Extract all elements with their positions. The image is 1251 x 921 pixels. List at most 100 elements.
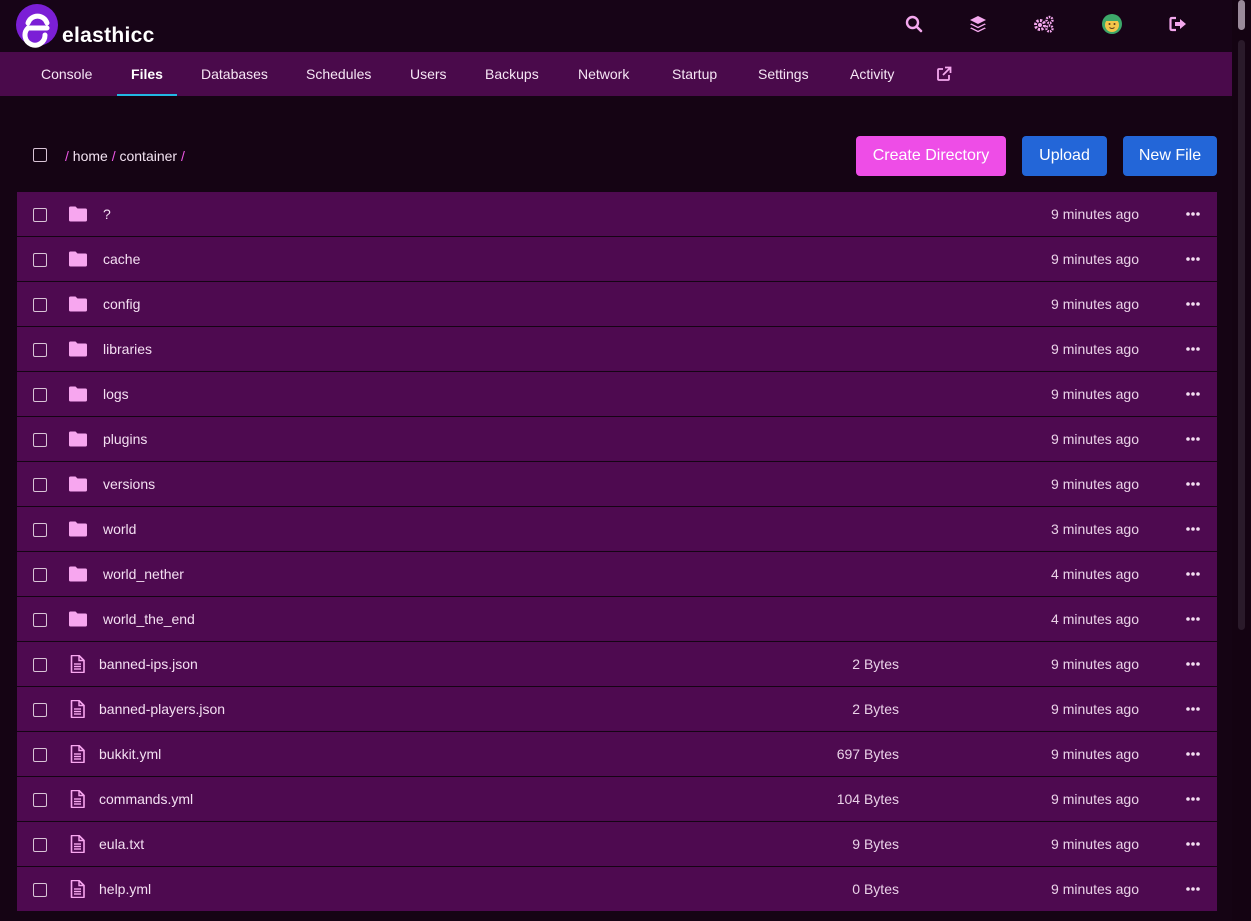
file-row[interactable]: banned-ips.json 2 Bytes 9 minutes ago xyxy=(17,642,1217,686)
file-row[interactable]: world_the_end 4 minutes ago xyxy=(17,597,1217,641)
file-icon xyxy=(68,879,88,899)
file-name[interactable]: plugins xyxy=(103,417,147,461)
new-file-button[interactable]: New File xyxy=(1123,136,1217,176)
tab-backups[interactable]: Backups xyxy=(469,52,555,96)
file-row[interactable]: help.yml 0 Bytes 9 minutes ago xyxy=(17,867,1217,911)
row-checkbox[interactable] xyxy=(33,478,47,492)
tab-network[interactable]: Network xyxy=(562,52,645,96)
row-checkbox[interactable] xyxy=(33,208,47,222)
row-checkbox[interactable] xyxy=(33,253,47,267)
row-checkbox[interactable] xyxy=(33,523,47,537)
row-checkbox[interactable] xyxy=(33,748,47,762)
more-options-icon[interactable] xyxy=(1185,836,1201,852)
more-options-icon[interactable] xyxy=(1185,341,1201,357)
more-options-icon[interactable] xyxy=(1185,701,1201,717)
tab-activity[interactable]: Activity xyxy=(834,52,910,96)
file-name[interactable]: eula.txt xyxy=(99,822,144,866)
file-row[interactable]: banned-players.json 2 Bytes 9 minutes ago xyxy=(17,687,1217,731)
more-options-icon[interactable] xyxy=(1185,521,1201,537)
file-row[interactable]: config 9 minutes ago xyxy=(17,282,1217,326)
breadcrumb-home[interactable]: home xyxy=(73,148,108,164)
upload-button[interactable]: Upload xyxy=(1022,136,1107,176)
file-size: 9 Bytes xyxy=(852,836,899,852)
file-name[interactable]: libraries xyxy=(103,327,152,371)
file-row[interactable]: cache 9 minutes ago xyxy=(17,237,1217,281)
cogs-icon[interactable] xyxy=(1032,12,1056,36)
file-name[interactable]: banned-ips.json xyxy=(99,642,198,686)
select-all-checkbox[interactable] xyxy=(33,148,47,162)
create-directory-button[interactable]: Create Directory xyxy=(856,136,1006,176)
more-options-icon[interactable] xyxy=(1185,296,1201,312)
more-options-icon[interactable] xyxy=(1185,251,1201,267)
file-name[interactable]: ? xyxy=(103,192,111,236)
file-row[interactable]: ? 9 minutes ago xyxy=(17,192,1217,236)
file-name[interactable]: world_nether xyxy=(103,552,184,596)
file-row[interactable]: eula.txt 9 Bytes 9 minutes ago xyxy=(17,822,1217,866)
row-checkbox[interactable] xyxy=(33,298,47,312)
file-name[interactable]: logs xyxy=(103,372,129,416)
folder-icon xyxy=(68,565,88,583)
tab-startup[interactable]: Startup xyxy=(656,52,733,96)
file-name[interactable]: commands.yml xyxy=(99,777,193,821)
tab-console[interactable]: Console xyxy=(25,52,108,96)
row-checkbox[interactable] xyxy=(33,703,47,717)
folder-icon xyxy=(68,205,88,223)
more-options-icon[interactable] xyxy=(1185,611,1201,627)
search-icon[interactable] xyxy=(902,12,926,36)
tab-files[interactable]: Files xyxy=(117,52,177,96)
file-row[interactable]: world 3 minutes ago xyxy=(17,507,1217,551)
tab-settings[interactable]: Settings xyxy=(742,52,825,96)
tab-databases[interactable]: Databases xyxy=(185,52,284,96)
breadcrumb-container[interactable]: container xyxy=(119,148,177,164)
row-checkbox[interactable] xyxy=(33,343,47,357)
row-checkbox[interactable] xyxy=(33,568,47,582)
file-name[interactable]: banned-players.json xyxy=(99,687,225,731)
row-checkbox[interactable] xyxy=(33,793,47,807)
external-link-icon[interactable] xyxy=(936,66,952,82)
file-name[interactable]: help.yml xyxy=(99,867,151,911)
more-options-icon[interactable] xyxy=(1185,791,1201,807)
file-row[interactable]: libraries 9 minutes ago xyxy=(17,327,1217,371)
row-checkbox[interactable] xyxy=(33,883,47,897)
file-modified: 9 minutes ago xyxy=(1051,476,1139,492)
layers-icon[interactable] xyxy=(966,12,990,36)
row-checkbox[interactable] xyxy=(33,658,47,672)
more-options-icon[interactable] xyxy=(1185,206,1201,222)
file-row[interactable]: versions 9 minutes ago xyxy=(17,462,1217,506)
more-options-icon[interactable] xyxy=(1185,881,1201,897)
file-name[interactable]: versions xyxy=(103,462,155,506)
file-name[interactable]: world xyxy=(103,507,136,551)
row-checkbox[interactable] xyxy=(33,838,47,852)
file-size: 2 Bytes xyxy=(852,701,899,717)
avatar[interactable] xyxy=(1100,12,1124,36)
more-options-icon[interactable] xyxy=(1185,746,1201,762)
more-options-icon[interactable] xyxy=(1185,656,1201,672)
file-name[interactable]: cache xyxy=(103,237,140,281)
folder-icon xyxy=(68,520,88,538)
file-modified: 3 minutes ago xyxy=(1051,521,1139,537)
row-checkbox[interactable] xyxy=(33,433,47,447)
file-size: 2 Bytes xyxy=(852,656,899,672)
file-name[interactable]: bukkit.yml xyxy=(99,732,161,776)
more-options-icon[interactable] xyxy=(1185,431,1201,447)
more-options-icon[interactable] xyxy=(1185,476,1201,492)
tab-schedules[interactable]: Schedules xyxy=(290,52,387,96)
folder-icon xyxy=(68,340,88,358)
row-checkbox[interactable] xyxy=(33,388,47,402)
file-row[interactable]: commands.yml 104 Bytes 9 minutes ago xyxy=(17,777,1217,821)
tab-users[interactable]: Users xyxy=(394,52,463,96)
file-name[interactable]: config xyxy=(103,282,140,326)
sign-out-icon[interactable] xyxy=(1166,12,1190,36)
more-options-icon[interactable] xyxy=(1185,386,1201,402)
file-row[interactable]: world_nether 4 minutes ago xyxy=(17,552,1217,596)
file-modified: 9 minutes ago xyxy=(1051,296,1139,312)
file-name[interactable]: world_the_end xyxy=(103,597,195,641)
breadcrumb-separator: / xyxy=(65,148,69,164)
file-row[interactable]: plugins 9 minutes ago xyxy=(17,417,1217,461)
row-checkbox[interactable] xyxy=(33,613,47,627)
more-options-icon[interactable] xyxy=(1185,566,1201,582)
scrollbar-thumb[interactable] xyxy=(1238,0,1245,30)
file-row[interactable]: logs 9 minutes ago xyxy=(17,372,1217,416)
file-row[interactable]: bukkit.yml 697 Bytes 9 minutes ago xyxy=(17,732,1217,776)
file-modified: 9 minutes ago xyxy=(1051,431,1139,447)
